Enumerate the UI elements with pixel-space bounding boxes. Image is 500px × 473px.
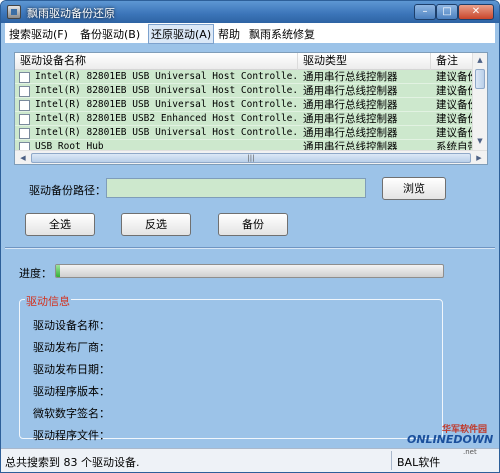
row-checkbox[interactable] [19, 72, 30, 83]
row-checkbox[interactable] [19, 86, 30, 97]
row-checkbox[interactable] [19, 114, 30, 125]
driver-note: 建议备份 [436, 71, 473, 83]
driver-type: 通用串行总线控制器 [303, 127, 398, 139]
minimize-button[interactable]: – [414, 4, 436, 20]
row-checkbox[interactable] [19, 100, 30, 111]
app-icon [7, 5, 21, 19]
info-vendor-label: 驱动发布厂商： [33, 341, 110, 354]
device-name: Intel(R) 82801EB USB Universal Host Cont… [35, 99, 297, 110]
watermark-domain: .net [463, 448, 477, 456]
menu-help[interactable]: 帮助 [218, 26, 240, 42]
scroll-left-icon[interactable]: ◀ [17, 152, 29, 164]
horizontal-scrollbar[interactable]: ◀ ||| ▶ [15, 150, 487, 164]
driver-list[interactable]: 驱动设备名称 驱动类型 备注 Intel(R) 82801EB USB Univ… [14, 52, 488, 165]
maximize-button[interactable]: □ [436, 4, 458, 20]
close-button[interactable]: ✕ [458, 4, 494, 20]
driver-type: 通用串行总线控制器 [303, 113, 398, 125]
progress-label: 进度： [19, 267, 52, 280]
table-row[interactable]: Intel(R) 82801EB USB Universal Host Cont… [15, 70, 473, 84]
column-device-name[interactable]: 驱动设备名称 [15, 53, 298, 70]
driver-type: 通用串行总线控制器 [303, 71, 398, 83]
info-date-label: 驱动发布日期： [33, 363, 110, 376]
main-window: 飘雨驱动备份还原 – □ ✕ 搜索驱动(F) 备份驱动(B) 还原驱动(A) 帮… [0, 0, 500, 473]
menu-system-repair[interactable]: 飘雨系统修复 [249, 26, 315, 42]
scroll-up-icon[interactable]: ▲ [475, 56, 485, 66]
device-name: Intel(R) 82801EB USB Universal Host Cont… [35, 127, 297, 138]
backup-button[interactable]: 备份 [218, 213, 288, 236]
vertical-scroll-thumb[interactable] [475, 69, 485, 89]
row-checkbox[interactable] [19, 128, 30, 139]
section-divider [5, 247, 495, 249]
info-signature-label: 微软数字签名： [33, 407, 110, 420]
device-name: Intel(R) 82801EB USB2 Enhanced Host Cont… [35, 113, 297, 124]
column-note[interactable]: 备注 [431, 53, 473, 70]
horizontal-scroll-thumb[interactable]: ||| [31, 153, 471, 163]
scroll-down-icon[interactable]: ▼ [475, 137, 485, 147]
device-name: Intel(R) 82801EB USB Universal Host Cont… [35, 71, 297, 82]
window-title: 飘雨驱动备份还原 [27, 7, 115, 20]
info-device-name-label: 驱动设备名称： [33, 319, 110, 332]
driver-type: 通用串行总线控制器 [303, 99, 398, 111]
browse-button[interactable]: 浏览 [382, 177, 446, 200]
driver-note: 建议备份 [436, 127, 473, 139]
scroll-right-icon[interactable]: ▶ [473, 152, 485, 164]
table-row[interactable]: Intel(R) 82801EB USB Universal Host Cont… [15, 98, 473, 112]
status-separator [391, 451, 392, 470]
status-brand: BAL软件 [397, 456, 441, 469]
menu-restore-drivers[interactable]: 还原驱动(A) [148, 24, 215, 44]
title-bar[interactable]: 飘雨驱动备份还原 – □ ✕ [1, 1, 499, 23]
table-row[interactable]: Intel(R) 82801EB USB2 Enhanced Host Cont… [15, 112, 473, 126]
driver-note: 建议备份 [436, 113, 473, 125]
table-row[interactable]: Intel(R) 82801EB USB Universal Host Cont… [15, 84, 473, 98]
progress-fill [56, 265, 60, 277]
status-text: 总共搜索到 83 个驱动设备. [5, 456, 140, 469]
menu-bar: 搜索驱动(F) 备份驱动(B) 还原驱动(A) 帮助 飘雨系统修复 [5, 23, 495, 44]
driver-info-title: 驱动信息 [25, 293, 71, 309]
table-row[interactable]: Intel(R) 82801EB USB Universal Host Cont… [15, 126, 473, 140]
info-file-label: 驱动程序文件： [33, 429, 110, 442]
driver-list-header: 驱动设备名称 驱动类型 备注 [15, 53, 473, 70]
driver-note: 建议备份 [436, 99, 473, 111]
menu-backup-drivers[interactable]: 备份驱动(B) [80, 26, 140, 42]
watermark-logo: ONLINEDOWN [407, 433, 494, 446]
backup-path-input[interactable] [106, 178, 366, 198]
menu-search-drivers[interactable]: 搜索驱动(F) [9, 26, 68, 42]
vertical-scrollbar[interactable]: ▲ ▼ [472, 53, 487, 151]
device-name: Intel(R) 82801EB USB Universal Host Cont… [35, 85, 297, 96]
invert-selection-button[interactable]: 反选 [121, 213, 191, 236]
column-driver-type[interactable]: 驱动类型 [298, 53, 431, 70]
status-bar: 总共搜索到 83 个驱动设备. BAL软件 .net [1, 448, 499, 472]
progress-bar [55, 264, 444, 278]
driver-note: 建议备份 [436, 85, 473, 97]
driver-type: 通用串行总线控制器 [303, 85, 398, 97]
select-all-button[interactable]: 全选 [25, 213, 95, 236]
backup-path-label: 驱动备份路径： [29, 184, 106, 197]
info-version-label: 驱动程序版本： [33, 385, 110, 398]
